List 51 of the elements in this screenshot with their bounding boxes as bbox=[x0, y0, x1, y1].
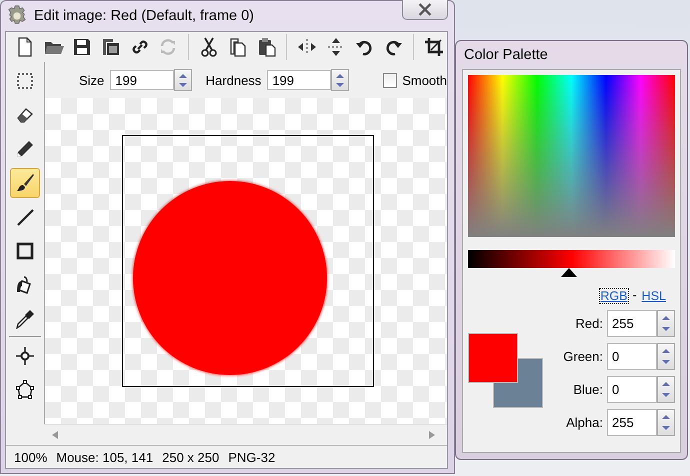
status-text: 250 x 250 bbox=[162, 450, 220, 464]
smooth-label: Smooth bbox=[402, 72, 447, 88]
spinner-button[interactable] bbox=[657, 376, 675, 403]
channel-field[interactable]: 0 bbox=[607, 343, 657, 370]
spinner-button[interactable] bbox=[657, 409, 675, 436]
channel-field[interactable]: 255 bbox=[607, 310, 657, 337]
crop-icon bbox=[424, 37, 444, 57]
palette-title: Color Palette bbox=[463, 46, 549, 65]
hardness-label: Hardness bbox=[206, 72, 262, 88]
window-title: Edit image: Red (Default, frame 0) bbox=[34, 8, 254, 24]
size-field[interactable]: 199 bbox=[110, 70, 174, 90]
hardness-field[interactable]: 199 bbox=[267, 70, 332, 90]
polygon-icon bbox=[15, 380, 35, 400]
spinner-button[interactable] bbox=[657, 343, 675, 370]
crosshair-icon bbox=[15, 346, 35, 366]
channel-field[interactable]: 255 bbox=[607, 409, 657, 436]
status-text: 100% bbox=[14, 450, 48, 464]
shade-slider[interactable] bbox=[468, 250, 675, 278]
hue-saturation-picker[interactable] bbox=[468, 75, 675, 237]
clipboard-icon bbox=[256, 37, 277, 57]
slider-thumb[interactable] bbox=[561, 268, 578, 277]
smooth-checkbox[interactable] bbox=[382, 72, 398, 88]
status-text: PNG-32 bbox=[228, 450, 276, 464]
channel-label: Blue: bbox=[573, 382, 603, 397]
spinner-button[interactable] bbox=[657, 310, 675, 337]
close-icon bbox=[417, 3, 433, 16]
status-text: Mouse: 105, 141 bbox=[56, 450, 154, 464]
copy-icon bbox=[228, 37, 248, 57]
scroll-right-icon bbox=[429, 431, 435, 439]
channel-field[interactable]: 0 bbox=[607, 376, 657, 403]
save-copy-icon bbox=[101, 37, 122, 57]
eyedropper-icon bbox=[15, 309, 35, 329]
scroll-left-icon bbox=[52, 431, 58, 439]
close-button[interactable] bbox=[402, 0, 448, 20]
brush-tool-button[interactable] bbox=[10, 168, 40, 198]
hsl-mode-link[interactable]: HSL bbox=[640, 288, 667, 304]
channel-label: Green: bbox=[563, 349, 603, 364]
primary-color-overlay[interactable] bbox=[468, 333, 518, 383]
brush-icon bbox=[15, 173, 35, 193]
size-label: Size bbox=[79, 72, 104, 88]
channel-label: Red: bbox=[576, 316, 603, 331]
spinner-button[interactable] bbox=[174, 69, 192, 91]
rgb-mode-link[interactable]: RGB bbox=[599, 288, 628, 304]
spinner-button[interactable] bbox=[331, 69, 349, 91]
dotted-rectangle-icon bbox=[15, 71, 35, 91]
mode-separator: - bbox=[632, 288, 637, 304]
square-icon bbox=[15, 241, 35, 261]
channel-label: Alpha: bbox=[566, 415, 603, 430]
scissors-icon bbox=[199, 37, 220, 57]
line-icon bbox=[15, 207, 35, 227]
pencil-icon bbox=[15, 139, 35, 159]
